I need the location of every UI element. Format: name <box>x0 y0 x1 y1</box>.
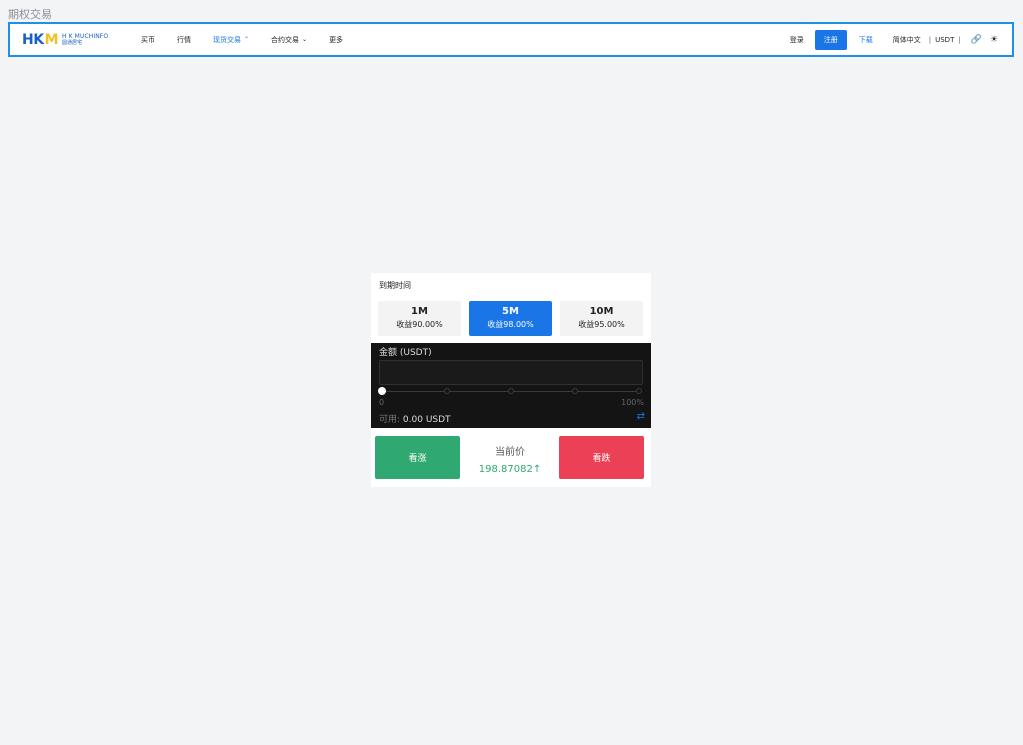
expiry-option-time: 10M <box>589 306 614 317</box>
amount-section: 金额 (USDT) 0 100% 可用: 0.00 USDT ⇄ <box>371 343 651 428</box>
current-price-label: 当前价 <box>495 447 525 458</box>
top-navigation-bar: HK M H K MUCHINFO 圆通居宅 买币 行情 现货交易 ⌃ 合约交易 … <box>8 22 1014 57</box>
expiry-option-5m[interactable]: 5M 收益98.00% <box>469 301 552 336</box>
nav-item-label: 合约交易 <box>271 35 300 44</box>
logo-mark-left: HK <box>22 31 44 48</box>
nav-item-label: 买币 <box>141 35 155 44</box>
available-label: 可用: <box>379 415 401 425</box>
slider-max-label: 100% <box>621 398 644 407</box>
nav-item-buy-coin[interactable]: 买币 <box>141 35 155 45</box>
amount-input[interactable] <box>379 360 643 385</box>
available-balance: 可用: 0.00 USDT <box>379 412 451 425</box>
amount-label: 金额 (USDT) <box>379 348 432 358</box>
nav-item-spot-trading[interactable]: 现货交易 ⌃ <box>213 35 249 45</box>
login-link[interactable]: 登录 <box>790 35 804 45</box>
slider-min-label: 0 <box>379 398 385 407</box>
chevron-down-icon: ⌄ <box>302 36 308 43</box>
expiry-time-label: 到期时间 <box>379 281 411 290</box>
expiry-option-return: 收益90.00% <box>396 320 443 329</box>
nav-item-label: 行情 <box>177 35 191 44</box>
slider-step-50[interactable] <box>508 388 514 394</box>
sun-icon[interactable]: ☀ <box>990 35 998 45</box>
main-nav: 买币 行情 现货交易 ⌃ 合约交易 ⌄ 更多 <box>141 35 365 45</box>
logo-name-cn: 圆通居宅 <box>62 39 83 46</box>
separator: | <box>928 35 932 44</box>
nav-item-more[interactable]: 更多 <box>329 35 343 45</box>
logo-mark: HK M <box>22 31 59 48</box>
slider-step-100[interactable] <box>636 388 642 394</box>
download-link[interactable]: 下载 <box>859 35 873 45</box>
nav-item-label: 现货交易 <box>213 35 241 44</box>
slider-step-25[interactable] <box>444 388 450 394</box>
option-trade-panel: 到期时间 1M 收益90.00% 5M 收益98.00% 10M 收益95.00… <box>371 273 651 487</box>
expiry-option-time: 1M <box>411 306 428 317</box>
slider-handle[interactable] <box>378 387 386 395</box>
expiry-option-1m[interactable]: 1M 收益90.00% <box>378 301 461 336</box>
current-price: 198.87082↑ <box>463 464 557 475</box>
slider-step-75[interactable] <box>572 388 578 394</box>
nav-item-contract-trading[interactable]: 合约交易 ⌄ <box>271 35 307 45</box>
nav-item-label: 更多 <box>329 35 344 44</box>
amount-slider[interactable] <box>378 387 642 395</box>
brand-logo[interactable]: HK M H K MUCHINFO 圆通居宅 <box>22 32 130 48</box>
buy-up-button[interactable]: 看涨 <box>375 436 460 479</box>
transfer-icon[interactable]: ⇄ <box>637 411 645 422</box>
available-value: 0.00 USDT <box>402 415 451 425</box>
current-price-value: 198.87082 <box>478 464 533 475</box>
currency-selector[interactable]: USDT <box>935 36 954 44</box>
expiry-option-time: 5M <box>502 306 519 317</box>
link-icon[interactable]: 🔗 <box>971 35 982 45</box>
expiry-option-10m[interactable]: 10M 收益95.00% <box>560 301 643 336</box>
up-arrow-icon: ↑ <box>532 464 542 475</box>
separator: | <box>958 35 961 44</box>
page-title: 期权交易 <box>8 8 52 21</box>
language-selector[interactable]: 简体中文 <box>893 35 921 45</box>
logo-mark-right: M <box>44 31 59 48</box>
chevron-up-icon: ⌃ <box>244 36 250 43</box>
logo-name-en: H K MUCHINFO <box>62 32 109 40</box>
logo-text: H K MUCHINFO 圆通居宅 <box>62 33 108 47</box>
expiry-option-return: 收益95.00% <box>578 320 625 329</box>
nav-item-market[interactable]: 行情 <box>177 35 191 45</box>
expiry-option-return: 收益98.00% <box>487 320 534 329</box>
header-actions: 登录 注册 下载 简体中文 | USDT | 🔗 ☀ <box>790 29 998 50</box>
register-button[interactable]: 注册 <box>814 29 847 50</box>
buy-down-button[interactable]: 看跌 <box>559 436 644 479</box>
